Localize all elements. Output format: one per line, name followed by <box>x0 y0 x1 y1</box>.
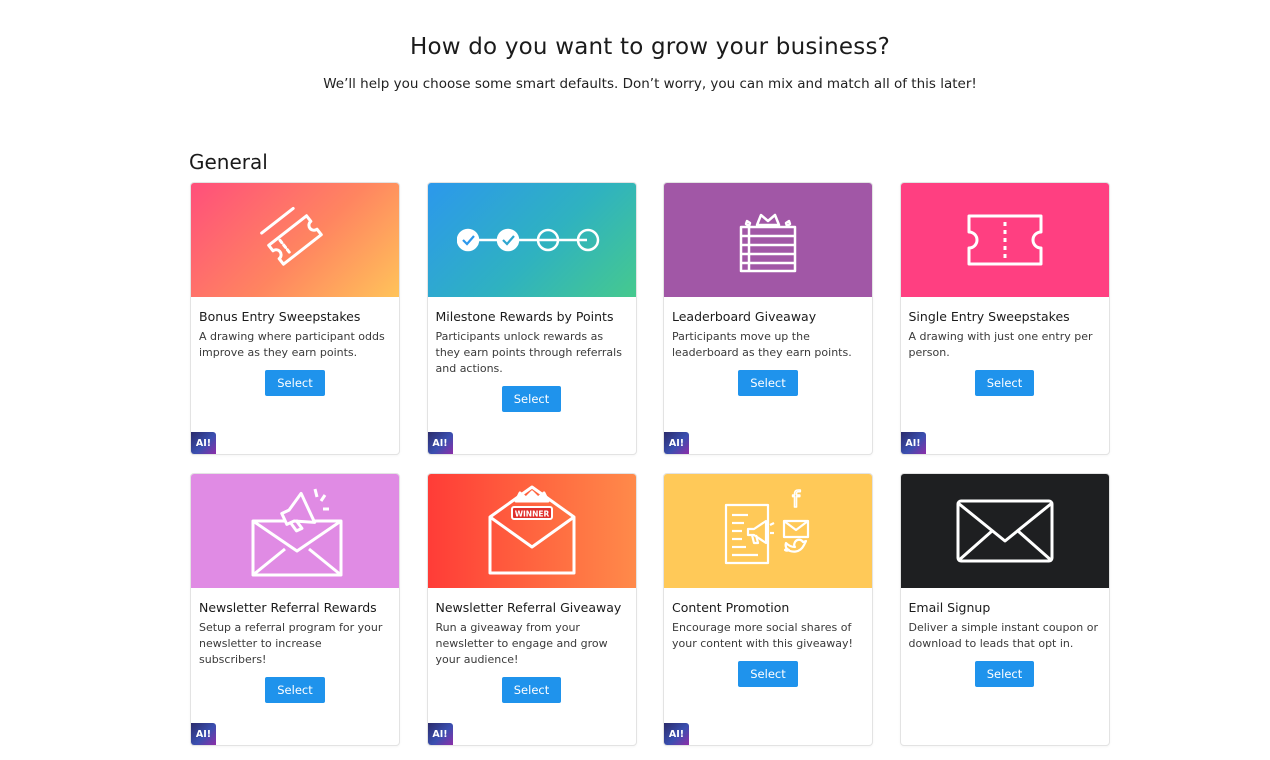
ai-badge: AI! <box>191 723 216 745</box>
card-banner: WINNER <box>427 474 636 588</box>
ai-badge: AI! <box>664 723 689 745</box>
campaign-type-grid: Bonus Entry Sweepstakes A drawing where … <box>190 182 1110 746</box>
page-subtitle: We’ll help you choose some smart default… <box>323 76 977 92</box>
tickets-icon <box>260 206 323 266</box>
ai-badge: AI! <box>664 432 689 454</box>
card-milestone-rewards: Milestone Rewards by Points Participants… <box>426 182 637 455</box>
card-title: Newsletter Referral Giveaway <box>435 600 622 615</box>
ai-badge: AI! <box>900 432 926 454</box>
card-email-signup: Email Signup Deliver a simple instant co… <box>899 473 1110 746</box>
card-title: Newsletter Referral Rewards <box>199 600 377 615</box>
card-title: Milestone Rewards by Points <box>435 309 614 324</box>
select-button[interactable]: Select <box>738 370 798 396</box>
card-banner <box>900 474 1109 588</box>
envelope-icon <box>956 499 1053 563</box>
card-newsletter-referral-rewards: Newsletter Referral Rewards Setup a refe… <box>190 473 400 746</box>
envelope-winner-icon: WINNER <box>488 485 575 575</box>
card-banner: f <box>664 474 872 588</box>
card-banner <box>427 183 636 297</box>
envelope-megaphone-icon <box>251 488 343 577</box>
card-title: Bonus Entry Sweepstakes <box>199 309 361 324</box>
card-banner <box>664 183 872 297</box>
card-single-entry-sweepstakes: Single Entry Sweepstakes A drawing with … <box>899 182 1110 455</box>
select-button[interactable]: Select <box>974 661 1035 687</box>
winner-label: WINNER <box>514 510 549 519</box>
card-description: Deliver a simple instant coupon or downl… <box>908 621 1098 650</box>
page-header: How do you want to grow your business? W… <box>0 34 1270 92</box>
card-banner <box>191 474 399 588</box>
card-bonus-entry-sweepstakes: Bonus Entry Sweepstakes A drawing where … <box>190 182 400 455</box>
card-title: Leaderboard Giveaway <box>672 309 817 324</box>
card-title: Single Entry Sweepstakes <box>908 309 1070 324</box>
card-banner <box>191 183 399 297</box>
card-description: Participants unlock rewards as they earn… <box>435 330 622 375</box>
select-button[interactable]: Select <box>265 370 325 396</box>
card-newsletter-referral-giveaway: WINNER Newsletter Referral Giveaway Run … <box>426 473 637 746</box>
card-description: Participants move up the leaderboard as … <box>672 330 852 359</box>
leaderboard-crown-icon <box>739 213 797 273</box>
ticket-icon <box>967 214 1042 266</box>
card-leaderboard-giveaway: Leaderboard Giveaway Participants move u… <box>663 182 873 455</box>
card-description: Run a giveaway from your newsletter to e… <box>435 621 608 666</box>
select-button[interactable]: Select <box>738 661 798 687</box>
select-button[interactable]: Select <box>501 386 562 412</box>
select-button[interactable]: Select <box>501 677 562 703</box>
card-content-promotion: f Content Promotion Encourage more socia… <box>663 473 873 746</box>
card-title: Content Promotion <box>672 600 790 615</box>
section-title-general: General <box>189 150 268 174</box>
page-title: How do you want to grow your business? <box>409 34 891 60</box>
card-title: Email Signup <box>908 600 991 615</box>
select-button[interactable]: Select <box>974 370 1035 396</box>
card-description: A drawing where participant odds improve… <box>199 330 385 359</box>
content-social-icon: f <box>724 487 810 565</box>
card-description: A drawing with just one entry per person… <box>908 330 1093 359</box>
card-description: Setup a referral program for your newsle… <box>199 621 383 666</box>
ai-badge: AI! <box>427 723 453 745</box>
ai-badge: AI! <box>427 432 453 454</box>
card-description: Encourage more social shares of your con… <box>672 621 853 650</box>
card-banner <box>900 183 1109 297</box>
milestone-steps-icon <box>456 228 599 252</box>
ai-badge: AI! <box>191 432 216 454</box>
facebook-icon: f <box>792 488 801 513</box>
select-button[interactable]: Select <box>265 677 325 703</box>
